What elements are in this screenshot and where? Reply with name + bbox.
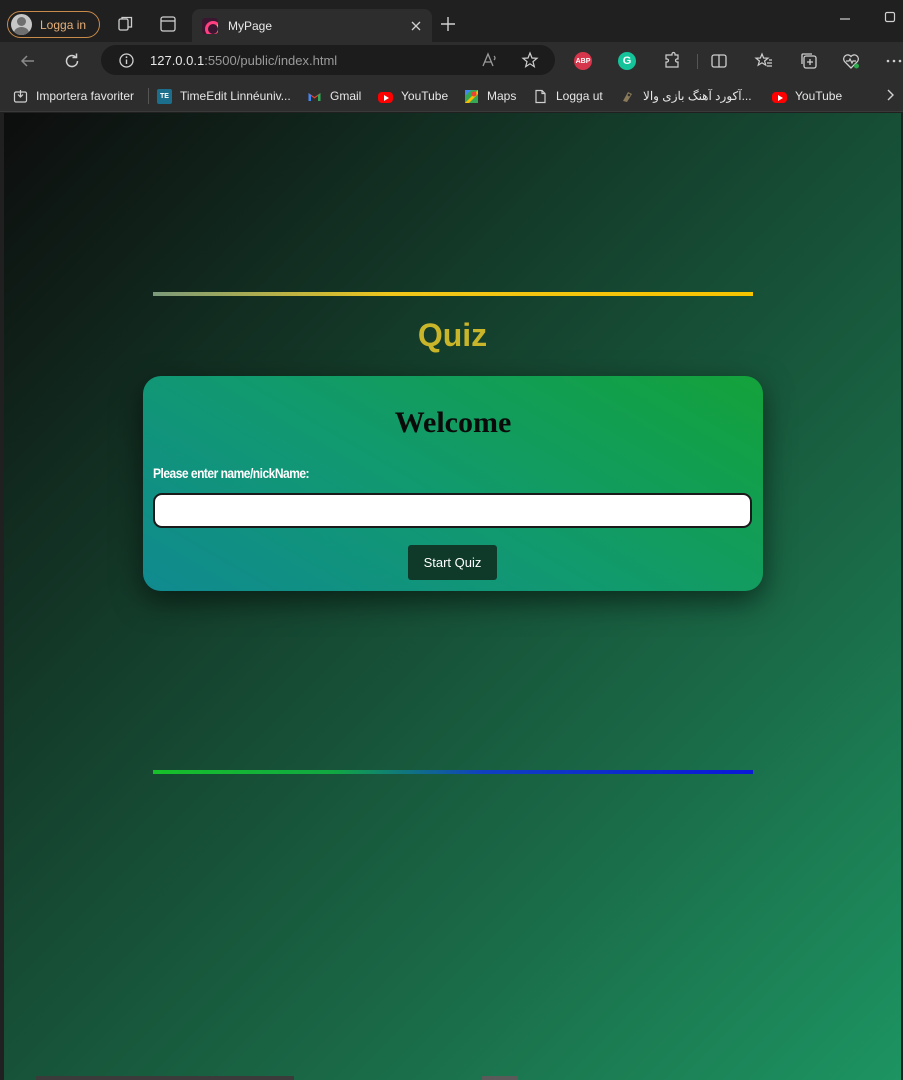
bookmark-separator [148,88,149,104]
site-info-icon[interactable] [118,52,135,69]
tab-mypage[interactable]: MyPage [192,9,432,42]
bookmark-import[interactable]: Importera favoriter [13,87,134,105]
gmail-icon [308,92,321,101]
close-icon[interactable] [408,18,424,34]
bookmark-label: TimeEdit Linnéuniv... [180,89,291,103]
back-arrow-icon[interactable] [18,51,38,71]
bookmarks-bar: Importera favoriter TE TimeEdit Linnéuni… [0,79,903,112]
chevron-right-icon[interactable] [884,88,896,102]
maps-icon [465,89,478,103]
top-divider [153,292,753,296]
bookmark-label: Gmail [330,89,362,103]
youtube-icon [378,91,393,103]
bookmark-label: YouTube [401,89,449,103]
welcome-card: Welcome Please enter name/nickName: Star… [143,376,763,591]
browser-essentials-icon[interactable] [841,51,861,71]
profile-label: Logga in [40,17,87,32]
reload-icon[interactable] [62,51,82,71]
toolbar: 127.0.0.1:5500/public/index.html ABP G [0,42,903,79]
read-aloud-icon[interactable] [481,51,499,69]
tab-actions-icon[interactable] [158,14,178,34]
url-text[interactable]: 127.0.0.1:5500/public/index.html [150,53,337,68]
more-menu-icon[interactable] [884,51,903,71]
bookmark-gmail[interactable]: Gmail [307,87,361,105]
name-label: Please enter name/nickName: [153,465,310,481]
split-screen-icon[interactable] [709,51,729,71]
avatar-icon [11,14,32,35]
name-input[interactable] [153,493,752,528]
guitar-icon [623,91,632,102]
start-quiz-button[interactable]: Start Quiz [408,545,497,580]
toolbar-separator [697,54,698,69]
bookmark-label: YouTube [795,89,843,103]
tab-title: MyPage [228,18,273,33]
minimize-icon[interactable] [838,14,852,24]
bookmark-youtube-2[interactable]: YouTube [772,87,842,105]
maximize-icon[interactable] [884,11,896,23]
bookmark-timeedit[interactable]: TE TimeEdit Linnéuniv... [157,87,291,105]
bookmark-logga-ut[interactable]: Logga ut [533,87,603,105]
bookmark-youtube[interactable]: YouTube [378,87,448,105]
favorite-star-icon[interactable] [521,51,539,69]
horizontal-scrollbar-track[interactable] [36,1076,294,1080]
browser-window: Logga in MyPage 127.0.0.1:5500/public/in… [0,0,903,1080]
timeedit-icon: TE [157,88,172,104]
page-icon [535,89,546,103]
bottom-divider [153,770,753,774]
bookmark-label: آکورد آهنگ بازی والا... [643,89,752,103]
collections-icon[interactable] [799,51,819,71]
favorites-icon[interactable] [754,51,774,71]
import-favorites-icon [13,89,28,103]
bookmark-label: Logga ut [556,89,603,103]
bookmark-akord[interactable]: آکورد آهنگ بازی والا... [620,87,752,105]
extensions-icon[interactable] [662,51,682,71]
address-bar[interactable]: 127.0.0.1:5500/public/index.html [101,45,555,75]
tab-strip: Logga in MyPage [0,0,903,42]
bookmark-label: Maps [487,89,517,103]
card-heading: Welcome [394,406,512,439]
url-path: :5500/public/index.html [204,53,338,68]
youtube-icon [772,91,787,103]
page-title: Quiz [417,317,488,353]
profile-button[interactable]: Logga in [7,11,100,38]
grammarly-extension-icon[interactable]: G [618,52,636,70]
page-viewport: Quiz Welcome Please enter name/nickName:… [4,113,901,1080]
site-favicon-icon [202,17,218,34]
workspaces-icon[interactable] [116,14,136,34]
bookmark-maps[interactable]: Maps [464,87,516,105]
adblock-extension-icon[interactable]: ABP [574,52,592,70]
new-tab-icon[interactable] [439,15,457,33]
url-host: 127.0.0.1 [150,53,205,68]
bookmark-label: Importera favoriter [36,89,135,103]
horizontal-scrollbar-thumb[interactable] [482,1076,518,1080]
